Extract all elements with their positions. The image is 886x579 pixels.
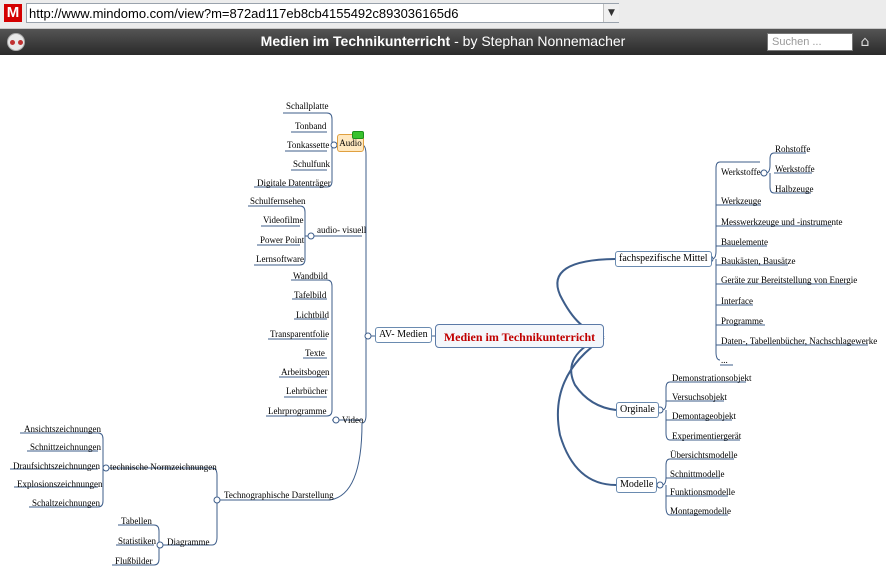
leaf-werkzeuge[interactable]: Werkzeuge (721, 196, 761, 207)
leaf-tafelbild[interactable]: Tafelbild (294, 290, 326, 301)
leaf-montagemodelle[interactable]: Montagemodelle (670, 506, 731, 517)
topic-modelle[interactable]: Modelle (616, 477, 658, 493)
map-author: - by Stephan Nonnemacher (450, 33, 626, 49)
leaf-schallplatte[interactable]: Schallplatte (286, 101, 329, 112)
address-bar: M http://www.mindomo.com/view?m=872ad117… (0, 0, 886, 29)
leaf-videofilme[interactable]: Videofilme (263, 215, 303, 226)
leaf-baukaesten[interactable]: Baukästen, Bausätze (721, 256, 795, 267)
chevron-down-icon[interactable]: ▼ (603, 4, 619, 22)
leaf-arbeitsbogen[interactable]: Arbeitsbogen (281, 367, 330, 378)
leaf-texte[interactable]: Texte (305, 348, 325, 359)
leaf-bauelemente[interactable]: Bauelemente (721, 237, 768, 248)
topic-audio-visuell[interactable]: audio- visuell (317, 225, 366, 236)
topic-video[interactable]: Video (342, 415, 363, 426)
leaf-lichtbild[interactable]: Lichtbild (296, 310, 329, 321)
leaf-schnittzeichnungen[interactable]: Schnittzeichnungen (30, 442, 101, 453)
leaf-tonkassette[interactable]: Tonkassette (287, 140, 329, 151)
leaf-daten-tabellenbuecher[interactable]: Daten-, Tabellenbücher, Nachschlagewerke (721, 336, 877, 347)
home-icon[interactable]: ⌂ (857, 34, 873, 50)
leaf-schulfernsehen[interactable]: Schulfernsehen (250, 196, 305, 207)
leaf-tabellen[interactable]: Tabellen (121, 516, 152, 527)
leaf-geraete-energie[interactable]: Geräte zur Bereitstellung von Energie (721, 275, 857, 286)
mindmap-canvas: Medien im Technikunterricht AV- Medien A… (0, 55, 886, 579)
leaf-power-point[interactable]: Power Point (260, 235, 304, 246)
leaf-werkstoffe-sub[interactable]: Werkstoffe (775, 164, 815, 175)
url-input[interactable]: http://www.mindomo.com/view?m=872ad117eb… (26, 3, 619, 23)
map-title: Medien im Technikunterricht (260, 33, 451, 49)
leaf-schulfunk[interactable]: Schulfunk (293, 159, 330, 170)
leaf-more[interactable]: ... (721, 355, 728, 366)
topic-diagramme[interactable]: Diagramme (167, 537, 209, 548)
leaf-experimentiergeraet[interactable]: Experimentiergerät (672, 431, 741, 442)
leaf-transparentfolie[interactable]: Transparentfolie (270, 329, 329, 340)
app-titlebar: Medien im Technikunterricht - by Stephan… (0, 29, 886, 55)
leaf-messwerkzeuge[interactable]: Messwerkzeuge und -instrumente (721, 217, 842, 228)
search-input[interactable]: Suchen ... (767, 33, 853, 51)
leaf-digitale-datentraeger[interactable]: Digitale Datenträger (257, 178, 331, 189)
page-title: Medien im Technikunterricht - by Stephan… (0, 33, 886, 49)
leaf-tonband[interactable]: Tonband (295, 121, 326, 132)
topic-werkstoffe[interactable]: Werkstoffe (721, 167, 761, 178)
leaf-demonstrationsobjekt[interactable]: Demonstrationsobjekt (672, 373, 752, 384)
leaf-versuchsobjekt[interactable]: Versuchsobjekt (672, 392, 727, 403)
leaf-lernsoftware[interactable]: Lernsoftware (256, 254, 304, 265)
topic-av-medien[interactable]: AV- Medien (375, 327, 432, 343)
mindomo-logo-icon: M (4, 4, 22, 22)
leaf-demontageobjekt[interactable]: Demontageobjekt (672, 411, 736, 422)
note-badge-icon[interactable] (352, 131, 364, 139)
topic-technographische-darstellung[interactable]: Technographische Darstellung (224, 490, 334, 501)
leaf-ansichtszeichnungen[interactable]: Ansichtszeichnungen (24, 424, 101, 435)
leaf-interface[interactable]: Interface (721, 296, 753, 307)
leaf-explosionszeichnungen[interactable]: Explosionszeichnungen (17, 479, 102, 490)
leaf-wandbild[interactable]: Wandbild (293, 271, 328, 282)
leaf-draufsichtszeichnungen[interactable]: Draufsichtszeichnungen (13, 461, 100, 472)
leaf-funktionsmodelle[interactable]: Funktionsmodelle (670, 487, 735, 498)
leaf-rohstoffe[interactable]: Rohstoffe (775, 144, 810, 155)
leaf-lehrbuecher[interactable]: Lehrbücher (286, 386, 327, 397)
leaf-flussbilder[interactable]: Flußbilder (115, 556, 153, 567)
topic-fachspezifische-mittel[interactable]: fachspezifische Mittel (615, 251, 712, 267)
leaf-schaltzeichnungen[interactable]: Schaltzeichnungen (32, 498, 100, 509)
central-topic[interactable]: Medien im Technikunterricht (435, 324, 604, 348)
leaf-halbzeuge[interactable]: Halbzeuge (775, 184, 813, 195)
leaf-uebersichtsmodelle[interactable]: Übersichtsmodelle (670, 450, 737, 461)
leaf-lehrprogramme[interactable]: Lehrprogramme (268, 406, 326, 417)
leaf-schnittmodelle[interactable]: Schnittmodelle (670, 469, 725, 480)
topic-technische-normzeichnungen[interactable]: technische Normzeichnungen (110, 462, 217, 473)
topic-orginale[interactable]: Orginale (616, 402, 659, 418)
leaf-programme[interactable]: Programme (721, 316, 763, 327)
leaf-statistiken[interactable]: Statistiken (118, 536, 156, 547)
